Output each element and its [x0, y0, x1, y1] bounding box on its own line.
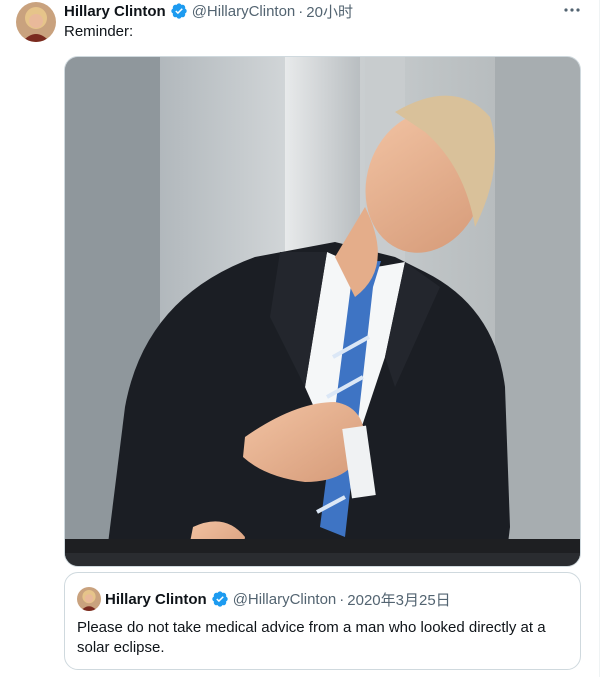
- quoted-tweet-card[interactable]: Hillary Clinton @HillaryClinton · 2020年3…: [64, 572, 581, 670]
- quoted-tweet-text: Please do not take medical advice from a…: [77, 619, 546, 656]
- quoted-tweet-date: 2020年3月25日: [347, 591, 451, 609]
- verified-badge-icon: [211, 590, 229, 608]
- tweet-photo[interactable]: [64, 56, 581, 567]
- quoted-tweet-header: Hillary Clinton @HillaryClinton · 2020年3…: [105, 589, 451, 609]
- timeline-border: [599, 0, 600, 677]
- quoted-author-avatar[interactable]: [77, 587, 101, 611]
- separator-dot: ·: [298, 2, 304, 20]
- tweet-text: Reminder:: [64, 23, 134, 40]
- author-handle[interactable]: @HillaryClinton: [192, 3, 296, 20]
- author-name[interactable]: Hillary Clinton: [64, 3, 166, 20]
- tweet-header: Hillary Clinton @HillaryClinton · 20小时: [64, 1, 353, 21]
- verified-badge-icon[interactable]: [170, 2, 188, 20]
- tweet-timestamp[interactable]: 20小时: [306, 1, 353, 22]
- separator-dot: ·: [339, 590, 345, 608]
- quoted-author-name: Hillary Clinton: [105, 590, 207, 608]
- more-horizontal-icon[interactable]: [562, 0, 582, 20]
- author-avatar[interactable]: [16, 2, 56, 42]
- quoted-author-handle: @HillaryClinton: [232, 590, 337, 608]
